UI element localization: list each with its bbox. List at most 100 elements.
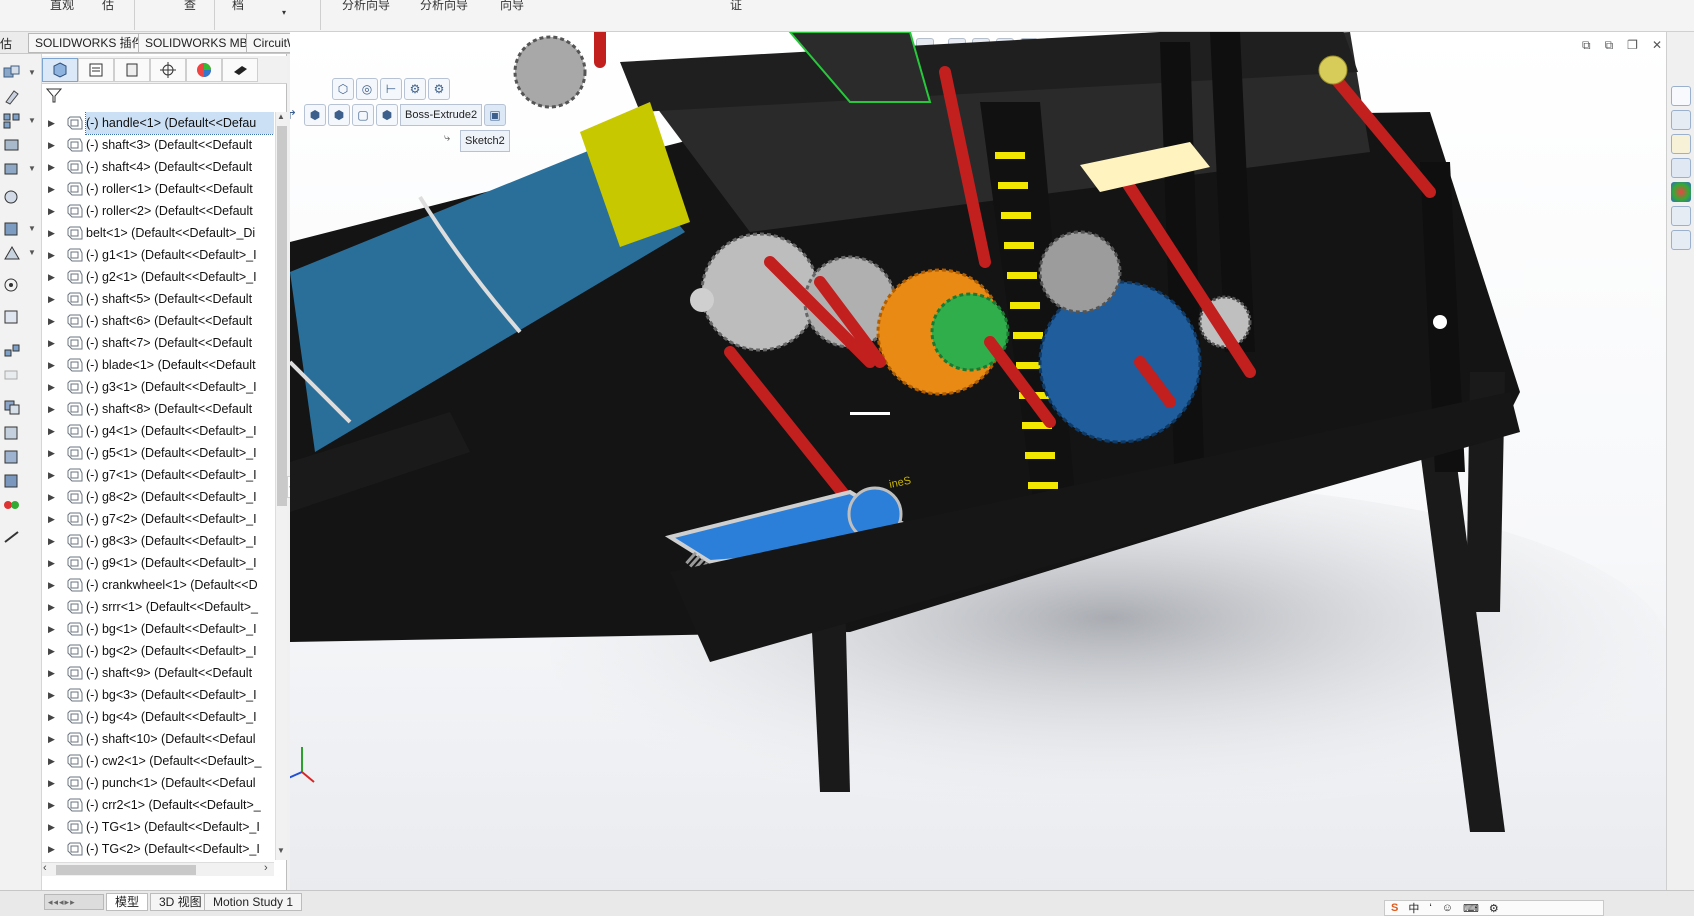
home-icon[interactable] (1671, 86, 1691, 106)
expand-arrow-icon[interactable]: ▶ (48, 816, 55, 838)
scroll-left-icon[interactable]: ‹ (43, 862, 47, 874)
tree-item[interactable]: ▶ (-) bg<1> (Default<<Default>_I (42, 618, 274, 640)
hole-alignment-icon[interactable] (2, 448, 22, 466)
tree-item[interactable]: ▶ (-) shaft<7> (Default<<Default (42, 332, 274, 354)
tree-item[interactable]: ▶ (-) blade<1> (Default<<Default (42, 354, 274, 376)
ime-settings-icon[interactable]: ⚙ (1489, 902, 1499, 915)
dropdown-arrow-icon[interactable]: ▾ (282, 8, 286, 17)
ribbon-item-4[interactable]: 档 (232, 0, 244, 13)
assembly-visualization-icon[interactable] (2, 496, 22, 514)
tree-item[interactable]: ▶ (-) g3<1> (Default<<Default>_I (42, 376, 274, 398)
insert-component-icon[interactable] (2, 64, 22, 82)
reference-geometry-icon[interactable] (2, 244, 22, 262)
tree-item[interactable]: ▶ (-) TG<1> (Default<<Default>_I (42, 816, 274, 838)
expand-arrow-icon[interactable]: ▶ (48, 838, 55, 860)
expand-arrow-icon[interactable]: ▶ (48, 486, 55, 508)
tree-item[interactable]: ▶ (-) g4<1> (Default<<Default>_I (42, 420, 274, 442)
chevron-down-icon[interactable]: ▼ (28, 116, 36, 125)
measure-icon[interactable] (2, 472, 22, 490)
tree-item[interactable]: ▶ (-) shaft<9> (Default<<Default (42, 662, 274, 684)
ime-language[interactable]: 中 (1408, 900, 1419, 916)
expand-arrow-icon[interactable]: ▶ (48, 222, 55, 244)
appearances-icon[interactable] (1671, 182, 1691, 202)
machine-model[interactable]: ineS (290, 32, 1666, 890)
tree-item[interactable]: ▶ (-) g8<2> (Default<<Default>_I (42, 486, 274, 508)
tree-item[interactable]: ▶ (-) TG<2> (Default<<Default>_I (42, 838, 274, 860)
expand-arrow-icon[interactable]: ▶ (48, 464, 55, 486)
expand-arrow-icon[interactable]: ▶ (48, 794, 55, 816)
exploded-view-icon[interactable] (2, 342, 22, 360)
ribbon-item-6[interactable]: 分析向导 (420, 0, 468, 13)
expand-arrow-icon[interactable]: ▶ (48, 112, 55, 134)
ribbon-item-3[interactable]: 查 (184, 0, 196, 13)
expand-arrow-icon[interactable]: ▶ (48, 662, 55, 684)
expand-arrow-icon[interactable]: ▶ (48, 574, 55, 596)
tree-item[interactable]: ▶ (-) g1<1> (Default<<Default>_I (42, 244, 274, 266)
expand-arrow-icon[interactable]: ▶ (48, 310, 55, 332)
expand-arrow-icon[interactable]: ▶ (48, 134, 55, 156)
tab-scroll-arrows[interactable]: ◂◂◂▸▸ (44, 894, 104, 910)
scroll-down-icon[interactable]: ▼ (277, 846, 285, 855)
scroll-right-icon[interactable]: › (264, 862, 268, 874)
mate-icon[interactable] (2, 88, 22, 106)
displaymanager-tab[interactable] (186, 58, 222, 82)
tree-item[interactable]: ▶ (-) shaft<8> (Default<<Default (42, 398, 274, 420)
interference-detection-icon[interactable] (2, 398, 22, 416)
custom-properties-icon[interactable] (1671, 206, 1691, 226)
assembly-features-icon[interactable] (2, 220, 22, 238)
expand-arrow-icon[interactable]: ▶ (48, 354, 55, 376)
ime-keyboard-icon[interactable]: ⌨ (1463, 902, 1479, 915)
ribbon-item-1[interactable]: 直观 (50, 0, 74, 13)
expand-arrow-icon[interactable]: ▶ (48, 376, 55, 398)
tree-item[interactable]: ▶ (-) shaft<3> (Default<<Default (42, 134, 274, 156)
tree-item[interactable]: ▶ (-) g7<2> (Default<<Default>_I (42, 508, 274, 530)
tab-partial[interactable]: 估 (0, 35, 12, 52)
file-explorer-icon[interactable] (1671, 134, 1691, 154)
expand-arrow-icon[interactable]: ▶ (48, 288, 55, 310)
tree-item[interactable]: ▶ (-) bg<3> (Default<<Default>_I (42, 684, 274, 706)
bill-of-materials-icon[interactable] (2, 308, 22, 326)
forum-icon[interactable] (1671, 230, 1691, 250)
scroll-up-icon[interactable]: ▲ (277, 112, 285, 121)
tree-item[interactable]: ▶ (-) g2<1> (Default<<Default>_I (42, 266, 274, 288)
tab-3d-view[interactable]: 3D 视图 (150, 893, 211, 911)
ribbon-item-7[interactable]: 向导 (500, 0, 524, 13)
tree-item[interactable]: ▶ (-) handle<1> (Default<<Defau (42, 112, 274, 135)
expand-arrow-icon[interactable]: ▶ (48, 332, 55, 354)
tree-item[interactable]: ▶ (-) g7<1> (Default<<Default>_I (42, 464, 274, 486)
expand-arrow-icon[interactable]: ▶ (48, 508, 55, 530)
expand-arrow-icon[interactable]: ▶ (48, 200, 55, 222)
expand-arrow-icon[interactable]: ▶ (48, 728, 55, 750)
ribbon-item-8[interactable]: 证 (730, 0, 742, 13)
expand-arrow-icon[interactable]: ▶ (48, 178, 55, 200)
tree-item[interactable]: ▶ (-) roller<1> (Default<<Default (42, 178, 274, 200)
expand-arrow-icon[interactable]: ▶ (48, 618, 55, 640)
tree-vertical-scrollbar[interactable]: ▲ ▼ (275, 112, 287, 860)
chevron-down-icon[interactable]: ▼ (28, 68, 36, 77)
tree-item[interactable]: ▶ (-) shaft<6> (Default<<Default (42, 310, 274, 332)
tree-horizontal-scrollbar[interactable]: ‹ › (42, 862, 274, 876)
expand-arrow-icon[interactable]: ▶ (48, 398, 55, 420)
expand-arrow-icon[interactable]: ▶ (48, 156, 55, 178)
expand-arrow-icon[interactable]: ▶ (48, 596, 55, 618)
tree-item[interactable]: ▶ (-) bg<4> (Default<<Default>_I (42, 706, 274, 728)
linear-pattern-icon[interactable] (2, 112, 22, 130)
featuremanager-tab[interactable] (42, 58, 78, 82)
expand-arrow-icon[interactable]: ▶ (48, 640, 55, 662)
sogou-logo-icon[interactable]: S (1391, 902, 1398, 914)
clearance-verification-icon[interactable] (2, 424, 22, 442)
expand-arrow-icon[interactable]: ▶ (48, 684, 55, 706)
expand-arrow-icon[interactable]: ▶ (48, 266, 55, 288)
ime-punctuation[interactable]: ‘ (1429, 902, 1431, 914)
cam-tab[interactable] (222, 58, 258, 82)
tab-solidworks-mbd[interactable]: SOLIDWORKS MBD (138, 33, 264, 53)
dimxpert-tab[interactable] (150, 58, 186, 82)
ime-emoji-icon[interactable]: ☺ (1442, 902, 1453, 914)
view-palette-icon[interactable] (1671, 158, 1691, 178)
tree-item[interactable]: ▶ (-) bg<2> (Default<<Default>_I (42, 640, 274, 662)
tree-item[interactable]: ▶ belt<1> (Default<<Default>_Di (42, 222, 274, 244)
move-component-icon[interactable] (2, 160, 22, 178)
scroll-thumb[interactable] (56, 865, 196, 875)
expand-arrow-icon[interactable]: ▶ (48, 750, 55, 772)
tree-item[interactable]: ▶ (-) punch<1> (Default<<Defaul (42, 772, 274, 794)
